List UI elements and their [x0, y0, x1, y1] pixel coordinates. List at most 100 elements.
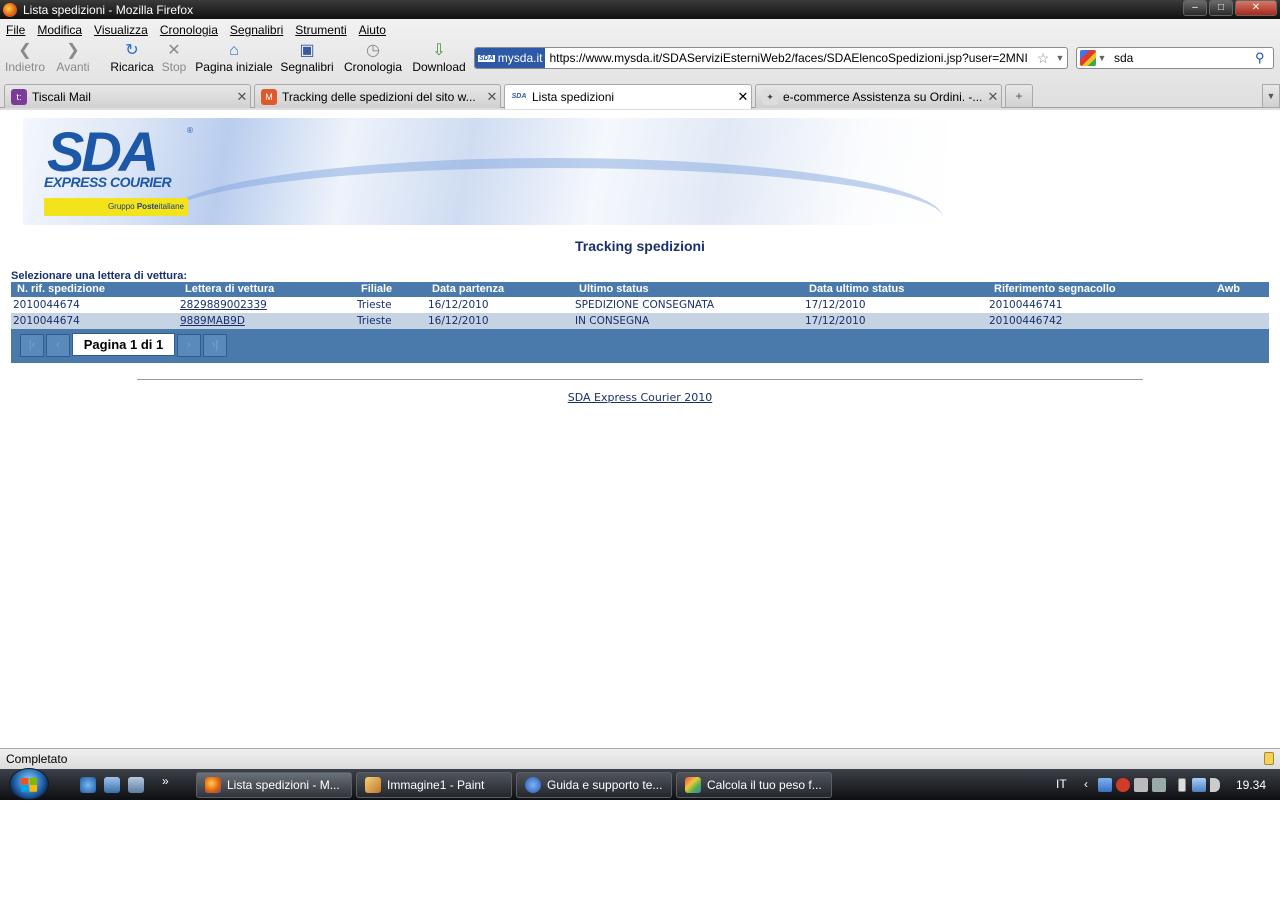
help-icon: [525, 777, 541, 793]
footer-divider: [137, 379, 1143, 380]
column-header-segnacollo: Riferimento segnacollo: [994, 283, 1116, 295]
history-button[interactable]: ◷ Cronologia: [342, 42, 404, 74]
status-bar: Completato: [0, 748, 1280, 769]
cell-partenza: 16/12/2010: [428, 315, 489, 327]
tab-lista-spedizioni[interactable]: SDA Lista spedizioni ✕: [504, 84, 752, 109]
padlock-icon[interactable]: [1264, 752, 1274, 765]
cell-partenza: 16/12/2010: [428, 299, 489, 311]
cell-filiale: Trieste: [357, 299, 392, 311]
taskbar-item-help[interactable]: Guida e supporto te...: [516, 772, 672, 798]
cell-rif: 2010044674: [13, 299, 80, 311]
reload-button[interactable]: ↻ Ricarica: [110, 42, 154, 74]
search-engine-dropdown-icon[interactable]: ▼: [1096, 53, 1108, 63]
forward-arrow-icon: ❯: [66, 42, 80, 59]
minimize-button[interactable]: –: [1183, 0, 1207, 16]
taskbar-item-paint[interactable]: Immagine1 - Paint: [356, 772, 512, 798]
menu-visualizza[interactable]: Visualizza: [94, 23, 148, 37]
google-search-engine-icon[interactable]: [1080, 50, 1096, 66]
window-title: Lista spedizioni - Mozilla Firefox: [23, 2, 194, 17]
site-identity-button[interactable]: SDA mysda.it: [475, 48, 546, 68]
close-tab-icon[interactable]: ✕: [484, 89, 500, 105]
switch-windows-icon[interactable]: [128, 777, 144, 793]
browser-chrome: File Modifica Visualizza Cronologia Segn…: [0, 19, 1280, 110]
search-input[interactable]: sda: [1108, 51, 1255, 65]
start-button[interactable]: [9, 768, 49, 800]
usb-tray-icon[interactable]: [1152, 778, 1166, 792]
taskbar-item-calcola[interactable]: Calcola il tuo peso f...: [676, 772, 832, 798]
close-tab-icon[interactable]: ✕: [985, 89, 1001, 105]
first-page-button[interactable]: |‹: [20, 334, 44, 357]
search-bar[interactable]: ▼ sda ⚲: [1076, 47, 1274, 69]
previous-page-button[interactable]: ‹: [46, 334, 70, 357]
window-controls: – □ ✕: [1183, 0, 1277, 16]
menu-file[interactable]: File: [6, 23, 25, 37]
page-content: SDA ® EXPRESS COURIER Gruppo Posteitalia…: [0, 110, 1280, 748]
volume-icon[interactable]: [1210, 778, 1220, 792]
download-icon: ⇩: [432, 42, 446, 59]
select-instruction: Selezionare una lettera di vettura:: [11, 270, 188, 282]
bookmarks-button[interactable]: ▣ Segnalibri: [280, 42, 334, 74]
registered-mark: ®: [187, 126, 193, 135]
cell-status: SPEDIZIONE CONSEGNATA: [575, 299, 715, 311]
magento-favicon: M: [261, 88, 277, 105]
new-tab-button[interactable]: +: [1005, 84, 1033, 108]
tab-tracking-spedizioni[interactable]: M Tracking delle spedizioni del sito w..…: [254, 84, 501, 108]
menu-cronologia[interactable]: Cronologia: [160, 23, 218, 37]
pagination-bar: |‹ ‹ Pagina 1 di 1 › ›|: [11, 329, 1269, 363]
tab-tiscali-mail[interactable]: t: Tiscali Mail ✕: [4, 84, 251, 108]
internet-explorer-icon[interactable]: [80, 777, 96, 793]
ecommerce-favicon: ✦: [762, 88, 778, 105]
column-header-lettera: Lettera di vettura: [185, 283, 275, 295]
security-alert-icon[interactable]: [1116, 778, 1130, 792]
history-clock-icon: ◷: [366, 42, 380, 59]
last-page-button[interactable]: ›|: [203, 334, 227, 357]
navigation-toolbar: ❮ Indietro ❯ Avanti ↻ Ricarica ✕ Stop ⌂ …: [0, 40, 1280, 78]
wifi-tray-icon[interactable]: [1192, 778, 1206, 792]
forward-button[interactable]: ❯ Avanti: [55, 42, 91, 74]
lettera-vettura-link[interactable]: 2829889002339: [180, 299, 267, 311]
lettera-vettura-link[interactable]: 9889MAB9D: [180, 315, 245, 327]
bookmark-star-icon[interactable]: ☆: [1033, 50, 1053, 67]
back-button[interactable]: ❮ Indietro: [4, 42, 46, 74]
close-window-button[interactable]: ✕: [1235, 0, 1277, 16]
network-tray-icon[interactable]: [1098, 778, 1112, 792]
cell-segnacollo: 20100446742: [989, 315, 1063, 327]
show-hidden-icons-icon[interactable]: ‹: [1084, 777, 1088, 791]
language-indicator[interactable]: IT: [1056, 777, 1067, 791]
maximize-button[interactable]: □: [1209, 0, 1233, 16]
tab-list-dropdown-icon[interactable]: ▼: [1262, 84, 1280, 108]
taskbar-item-firefox[interactable]: Lista spedizioni - M...: [196, 772, 352, 798]
window-titlebar: Lista spedizioni - Mozilla Firefox – □ ✕: [0, 0, 1280, 19]
menu-strumenti[interactable]: Strumenti: [295, 23, 346, 37]
close-tab-icon[interactable]: ✕: [735, 89, 751, 105]
downloads-button[interactable]: ⇩ Download: [411, 42, 467, 74]
battery-icon[interactable]: [1178, 778, 1186, 792]
menu-bar: File Modifica Visualizza Cronologia Segn…: [0, 19, 1280, 40]
back-arrow-icon: ❮: [18, 42, 32, 59]
menu-segnalibri[interactable]: Segnalibri: [230, 23, 283, 37]
url-dropdown-icon[interactable]: ▼: [1053, 53, 1067, 63]
address-bar[interactable]: SDA mysda.it https://www.mysda.it/SDASer…: [474, 47, 1068, 69]
bookmarks-icon: ▣: [299, 42, 315, 59]
show-desktop-icon[interactable]: [104, 777, 120, 793]
logo-tagline: EXPRESS COURIER: [44, 174, 172, 190]
status-text: Completato: [6, 752, 68, 766]
column-header-status: Ultimo status: [579, 283, 649, 295]
tab-ecommerce-assistenza[interactable]: ✦ e-commerce Assistenza su Ordini. -... …: [755, 84, 1002, 108]
menu-aiuto[interactable]: Aiuto: [359, 23, 386, 37]
url-text[interactable]: https://www.mysda.it/SDAServiziEsterniWe…: [545, 51, 1033, 65]
close-tab-icon[interactable]: ✕: [234, 89, 250, 105]
stop-button[interactable]: ✕ Stop: [161, 42, 187, 74]
footer: SDA Express Courier 2010: [0, 391, 1280, 404]
quicklaunch-overflow-icon[interactable]: »: [162, 774, 169, 788]
search-icon[interactable]: ⚲: [1255, 50, 1273, 66]
home-button[interactable]: ⌂ Pagina iniziale: [195, 42, 273, 74]
next-page-button[interactable]: ›: [177, 334, 201, 357]
table-row: 2010044674 2829889002339 Trieste 16/12/2…: [11, 297, 1269, 313]
table-row: 2010044674 9889MAB9D Trieste 16/12/2010 …: [11, 313, 1269, 329]
footer-link[interactable]: SDA Express Courier 2010: [568, 391, 712, 404]
device-tray-icon[interactable]: [1134, 778, 1148, 792]
menu-modifica[interactable]: Modifica: [37, 23, 82, 37]
system-tray: IT ‹ 19.34: [1040, 769, 1280, 800]
colorful-app-icon: [685, 777, 701, 793]
